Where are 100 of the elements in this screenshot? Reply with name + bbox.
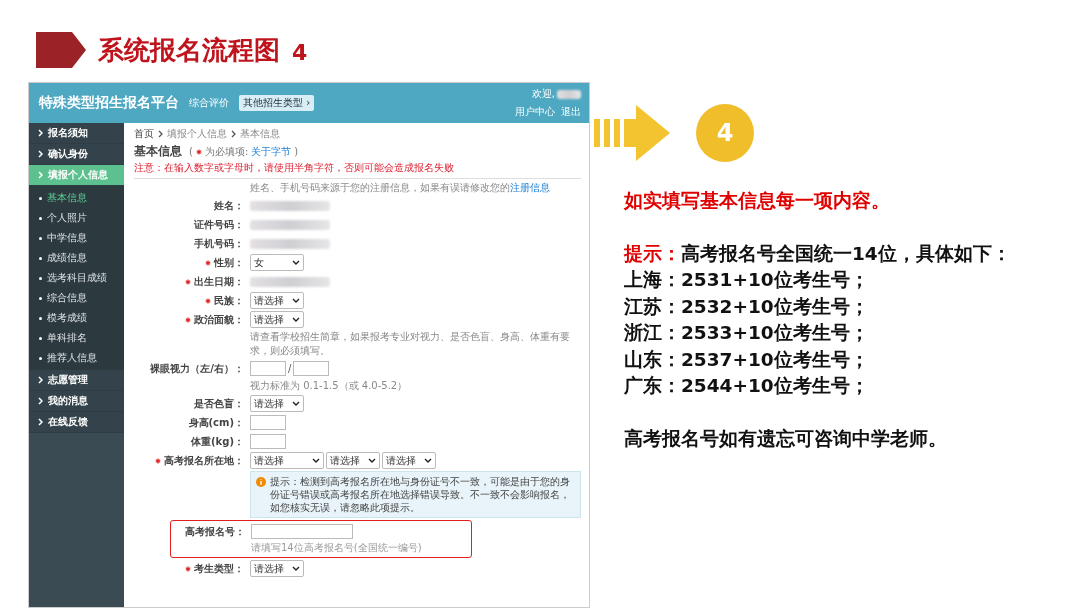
sidebar-item[interactable]: 我的消息: [29, 391, 124, 412]
slide-number: 4: [292, 39, 308, 65]
province-code-text: 广东：2544+10位考生号；: [624, 374, 870, 398]
field-label: 考生类型：: [194, 561, 244, 576]
sidebar-item[interactable]: 报名须知: [29, 123, 124, 144]
chevron-down-icon: [312, 458, 320, 463]
legend-text: ): [294, 146, 299, 157]
field-label: 高考报名号：: [185, 524, 245, 539]
field-label: 姓名：: [214, 198, 244, 213]
warning-text: 注意：在输入数字或字母时，请使用半角字符，否则可能会造成报名失败: [134, 161, 454, 175]
input-field[interactable]: [293, 361, 330, 376]
info-icon: [256, 477, 266, 487]
field-label: 民族：: [214, 293, 244, 308]
chevron-down-icon: [292, 317, 300, 322]
chevron-down-icon: [292, 566, 300, 571]
slide-title: 系统报名流程图: [98, 33, 280, 67]
select-field[interactable]: 请选择: [250, 452, 324, 469]
province-code-text: 上海：2531+10位考生号；: [624, 268, 870, 292]
tip-label: 提示：: [624, 242, 681, 264]
select-field[interactable]: 请选择: [250, 395, 304, 412]
select-field[interactable]: 请选择: [250, 292, 304, 309]
required-icon: [185, 278, 191, 285]
chevron-down-icon: [292, 260, 300, 265]
arrow-icon: [594, 105, 670, 161]
note-text: 姓名、手机号码来源于您的注册信息，如果有误请修改您的注册信息: [250, 181, 551, 195]
field-label: 出生日期：: [194, 274, 244, 289]
required-icon: [205, 297, 211, 304]
input-field[interactable]: [251, 524, 353, 539]
sidebar-item[interactable]: 在线反馈: [29, 412, 124, 433]
tip-text: 高考报名号全国统一14位，具体如下：: [681, 242, 1011, 264]
breadcrumb-link[interactable]: 首页: [134, 127, 154, 141]
chevron-right-icon: [38, 129, 43, 137]
chevron-right-icon: [38, 171, 43, 179]
input-field[interactable]: [250, 415, 286, 430]
province-code-text: 江苏：2532+10位考生号；: [624, 294, 870, 319]
field-label: 体重(kg)：: [191, 434, 244, 449]
sidebar-item[interactable]: 志愿管理: [29, 370, 124, 391]
field-label: 裸眼视力（左/右）：: [150, 361, 244, 376]
field-label: 手机号码：: [194, 236, 244, 251]
breadcrumb-link[interactable]: 基本信息: [240, 127, 280, 141]
input-field[interactable]: [250, 361, 286, 376]
field-label: 性别：: [214, 255, 244, 270]
note-text: 视力标准为 0.1-1.5（或 4.0-5.2）: [250, 379, 409, 393]
input-field[interactable]: [250, 434, 286, 449]
site-title: 特殊类型招生报名平台: [39, 94, 179, 112]
sidebar-subitem[interactable]: 成绩信息: [29, 248, 124, 268]
field-label: 政治面貌：: [194, 312, 244, 327]
chevron-down-icon: [292, 401, 300, 406]
sidebar-subitem[interactable]: 单科排名: [29, 328, 124, 348]
switch-type-button[interactable]: 其他招生类型 ›: [239, 95, 315, 111]
breadcrumb-link[interactable]: 填报个人信息: [167, 127, 227, 141]
chevron-down-icon: [424, 458, 432, 463]
required-icon: [185, 316, 191, 323]
chevron-right-icon: [231, 130, 236, 138]
sidebar-subitem[interactable]: 中学信息: [29, 228, 124, 248]
select-field[interactable]: 女: [250, 254, 304, 271]
required-icon: [185, 565, 191, 572]
province-code-text: 浙江：2533+10位考生号；: [624, 321, 870, 345]
chevron-right-icon: [38, 376, 43, 384]
province-code-text: 山东：2537+10位考生号；: [624, 347, 870, 372]
chevron-down-icon: [292, 298, 300, 303]
select-field[interactable]: 请选择: [326, 452, 380, 469]
sidebar-subitem[interactable]: 综合信息: [29, 288, 124, 308]
note-text: 请查看学校招生简章，如果报考专业对视力、是否色盲、身高、体重有要求，则必须填写。: [250, 330, 571, 358]
field-hint: 请填写14位高考报名号(全国统一编号): [251, 541, 423, 555]
sidebar-subitem[interactable]: 推荐人信息: [29, 348, 124, 368]
register-info-link[interactable]: 注册信息: [510, 182, 550, 193]
sidebar-subitem[interactable]: 基本信息: [29, 188, 124, 208]
legend-text: 为必填项:: [204, 144, 249, 159]
chevron-down-icon: [368, 458, 376, 463]
chevron-right-icon: [38, 418, 43, 426]
separator-text: /: [288, 363, 292, 374]
notice-text: 提示：检测到高考报名所在地与身份证号不一致，可能是由于您的身份证号错误或高考报名所在地选择错误导致。不一致不会影响报名，如您核实无误，请忽略此项提示。: [270, 475, 571, 514]
field-label: 是否色盲：: [194, 396, 244, 411]
sidebar-subitem[interactable]: 模考成绩: [29, 308, 124, 328]
chevron-right-icon: [38, 150, 43, 158]
pentagon-icon: [36, 32, 86, 68]
select-field[interactable]: 请选择: [250, 560, 304, 577]
welcome-text: 欢迎,: [531, 87, 555, 101]
site-subtitle: 综合评价: [189, 96, 229, 110]
field-label: 证件号码：: [194, 217, 244, 232]
section-title: 基本信息: [134, 143, 182, 160]
sidebar-item[interactable]: 确认身份: [29, 144, 124, 165]
instruction-text: 如实填写基本信息每一项内容。: [624, 189, 891, 213]
sidebar-subitem[interactable]: 选考科目成绩: [29, 268, 124, 288]
legend-text: (: [189, 146, 193, 157]
footer-note: 高考报名号如有遗忘可咨询中学老师。: [624, 426, 948, 451]
legend-link[interactable]: 关于字节: [251, 144, 292, 159]
sidebar-subitem[interactable]: 个人照片: [29, 208, 124, 228]
required-icon: [205, 259, 211, 266]
step-badge: 4: [696, 104, 754, 162]
required-icon: [195, 148, 202, 155]
required-icon: [155, 457, 161, 464]
field-label: 身高(cm)：: [188, 415, 244, 430]
select-field[interactable]: 请选择: [382, 452, 436, 469]
blurred-value: [557, 89, 581, 99]
chevron-right-icon: [158, 130, 163, 138]
chevron-right-icon: [38, 397, 43, 405]
field-label: 高考报名所在地：: [164, 453, 244, 468]
select-field[interactable]: 请选择: [250, 311, 304, 328]
